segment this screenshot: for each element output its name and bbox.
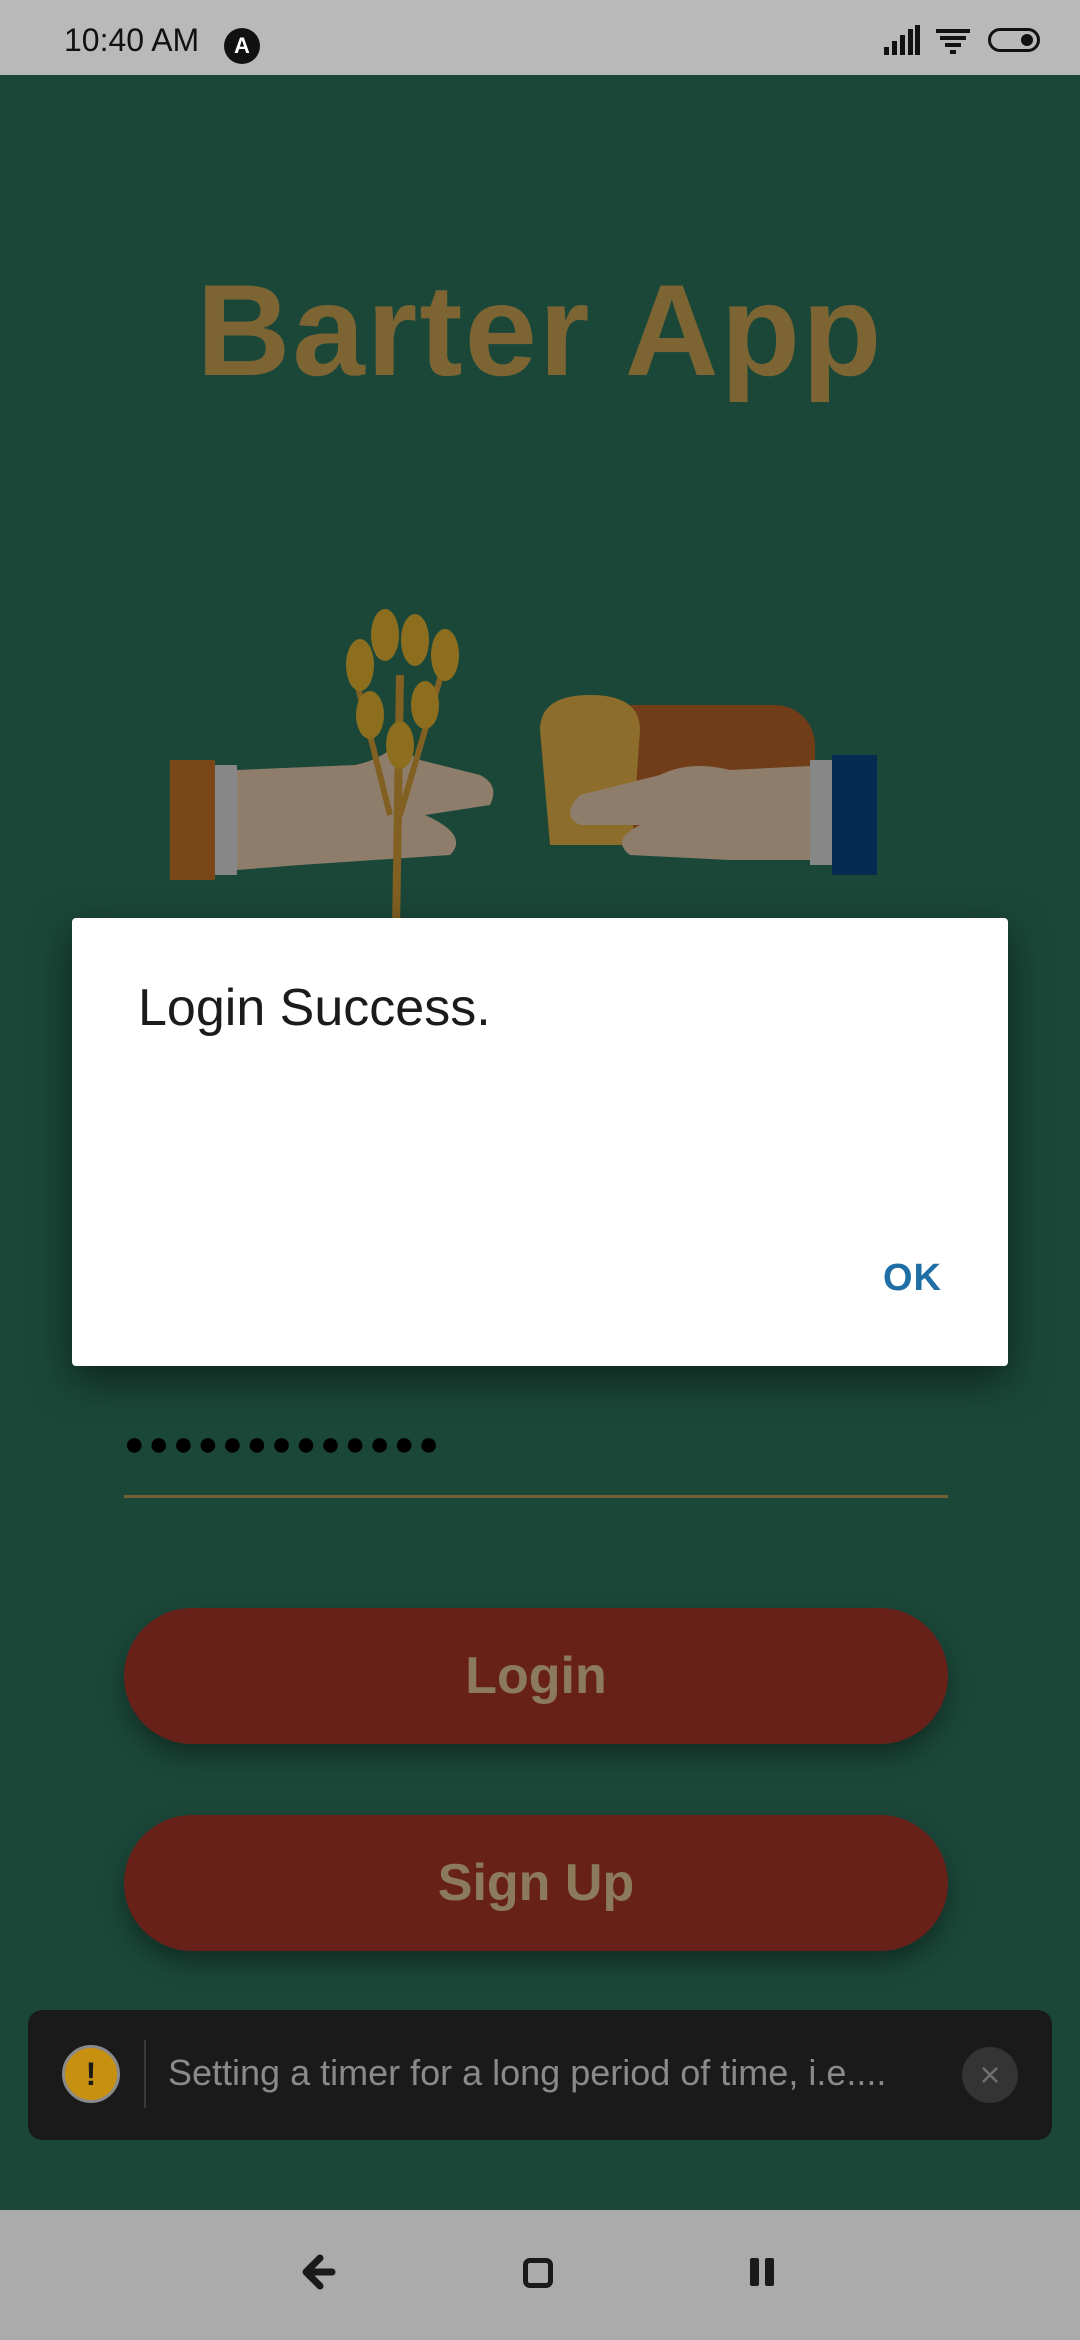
status-icons — [884, 22, 1040, 58]
wifi-icon — [936, 29, 970, 54]
home-icon[interactable] — [523, 2258, 553, 2288]
signal-icon — [884, 25, 920, 55]
ok-button[interactable]: OK — [877, 1251, 948, 1306]
warning-icon: ! — [62, 2045, 120, 2103]
warning-toast[interactable]: ! Setting a timer for a long period of t… — [28, 2010, 1052, 2140]
status-time: 10:40 AM — [64, 22, 200, 58]
battery-toggle-icon — [988, 28, 1040, 52]
app-notification-icon: A — [224, 28, 260, 64]
dialog-message: Login Success. — [138, 979, 491, 1037]
login-success-dialog: Login Success. OK — [72, 918, 1008, 1366]
navigation-bar — [0, 2210, 1080, 2340]
recents-icon[interactable] — [750, 2258, 780, 2288]
status-bar: 10:40 AM A — [0, 0, 1080, 75]
close-icon[interactable]: × — [962, 2047, 1018, 2103]
back-icon[interactable] — [296, 2250, 340, 2294]
toast-divider — [144, 2040, 146, 2108]
toast-message: Setting a timer for a long period of tim… — [168, 2052, 887, 2093]
